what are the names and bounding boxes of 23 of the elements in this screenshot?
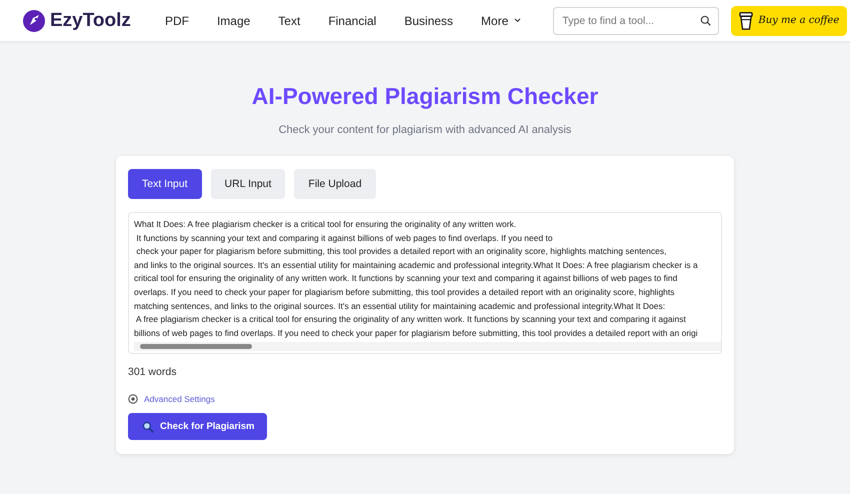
- magnifier-icon: [142, 420, 154, 433]
- nav-link[interactable]: Image: [202, 14, 264, 28]
- word-count: 301 words: [128, 366, 178, 378]
- nav-link[interactable]: Financial: [314, 14, 390, 28]
- advanced-settings-link[interactable]: Advanced Settings: [144, 394, 215, 404]
- nav-link[interactable]: PDF: [150, 14, 203, 28]
- nav-link[interactable]: Business: [390, 14, 468, 28]
- input-tab[interactable]: Text Input: [128, 169, 202, 199]
- logo-text[interactable]: EzyToolz: [50, 10, 131, 32]
- nav-link[interactable]: More: [467, 14, 536, 28]
- page-subtitle: Check your content for plagiarism with advanced AI analysis: [278, 124, 572, 136]
- horizontal-scrollbar[interactable]: [134, 342, 721, 352]
- input-tab[interactable]: File Upload: [294, 169, 376, 199]
- check-for-plagiarism-button[interactable]: Check for Plagiarism: [128, 413, 267, 440]
- search-field[interactable]: Type to find a tool...: [553, 6, 720, 34]
- page-title: AI-Powered Plagiarism Checker: [252, 83, 598, 110]
- search-icon: [700, 14, 712, 26]
- chevron-down-icon: [514, 18, 522, 23]
- input-tab[interactable]: URL Input: [210, 169, 286, 199]
- cup-icon: [739, 11, 754, 30]
- nav-link[interactable]: Text: [264, 14, 314, 28]
- buy-me-a-coffee-button[interactable]: Buy me a coffee: [731, 6, 848, 36]
- text-input-area[interactable]: What It Does: A free plagiarism checker is a critical tool for ensuring the originality of any written work. It functions by scanning your text and comparing it against billions of web pages to find overlaps. If you need to check your paper for plagiarism before submitting, this tool provides a detailed report with an originality score, highlights matching sentences, and links to the original sources. It's an essential utility for maintaining academic and professional integrity.What It Does: A free plagiarism checker is a critical tool for ensuring the originality of any written work. It functions by scanning your text and comparing it against billions of web pages to find overlaps. If you need to check your paper for plagiarism before submitting, this tool provides a detailed report with an originality score, highlights matching sentences, and links to the original sources. It's an essential utility for maintaining academic and professional integrity.What It Does: A free plagiarism checker is a critical tool for ensuring the originality of any written work. It functions by scanning your text and comparing it against billions of web pages to find overlaps. If you need to check your paper for plagiarism before submitting, this tool provides a detailed report with an origi: [128, 212, 722, 354]
